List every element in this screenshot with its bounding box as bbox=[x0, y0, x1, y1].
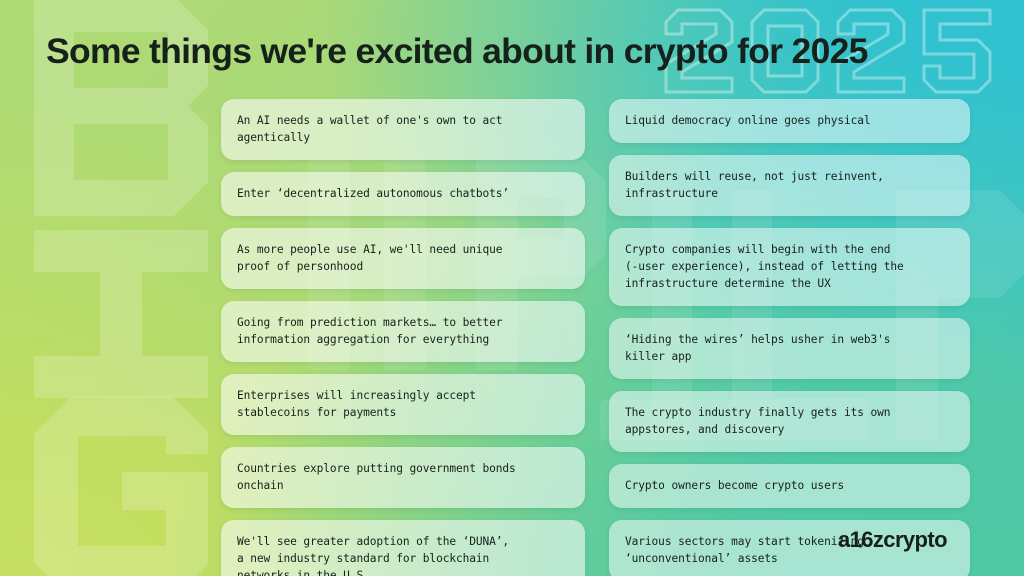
idea-card[interactable]: As more people use AI, we'll need unique… bbox=[221, 228, 585, 290]
idea-card[interactable]: An AI needs a wallet of one's own to act… bbox=[221, 99, 585, 161]
slide-canvas: Some things we're excited about in crypt… bbox=[0, 0, 1024, 576]
idea-card[interactable]: Liquid democracy online goes physical bbox=[609, 99, 970, 144]
a16zcrypto-logo: a16zcrypto bbox=[838, 526, 986, 554]
idea-card[interactable]: Crypto companies will begin with the end… bbox=[609, 228, 970, 307]
idea-card[interactable]: Enter ‘decentralized autonomous chatbots… bbox=[221, 172, 585, 217]
ideas-columns: An AI needs a wallet of one's own to act… bbox=[0, 99, 1024, 576]
idea-card[interactable]: Countries explore putting government bon… bbox=[221, 447, 585, 509]
idea-card[interactable]: Going from prediction markets… to better… bbox=[221, 301, 585, 363]
ideas-column-left: An AI needs a wallet of one's own to act… bbox=[221, 99, 585, 576]
idea-card[interactable]: Builders will reuse, not just reinvent, … bbox=[609, 155, 970, 217]
ideas-column-right: Liquid democracy online goes physical Bu… bbox=[609, 99, 970, 576]
a16zcrypto-logo-text: a16zcrypto bbox=[838, 527, 947, 552]
page-title: Some things we're excited about in crypt… bbox=[46, 31, 868, 71]
idea-card[interactable]: We'll see greater adoption of the ‘DUNA’… bbox=[221, 520, 585, 576]
idea-card[interactable]: Enterprises will increasingly accept sta… bbox=[221, 374, 585, 436]
idea-card[interactable]: The crypto industry finally gets its own… bbox=[609, 391, 970, 453]
idea-card[interactable]: Crypto owners become crypto users bbox=[609, 464, 970, 509]
idea-card[interactable]: ‘Hiding the wires’ helps usher in web3's… bbox=[609, 318, 970, 380]
